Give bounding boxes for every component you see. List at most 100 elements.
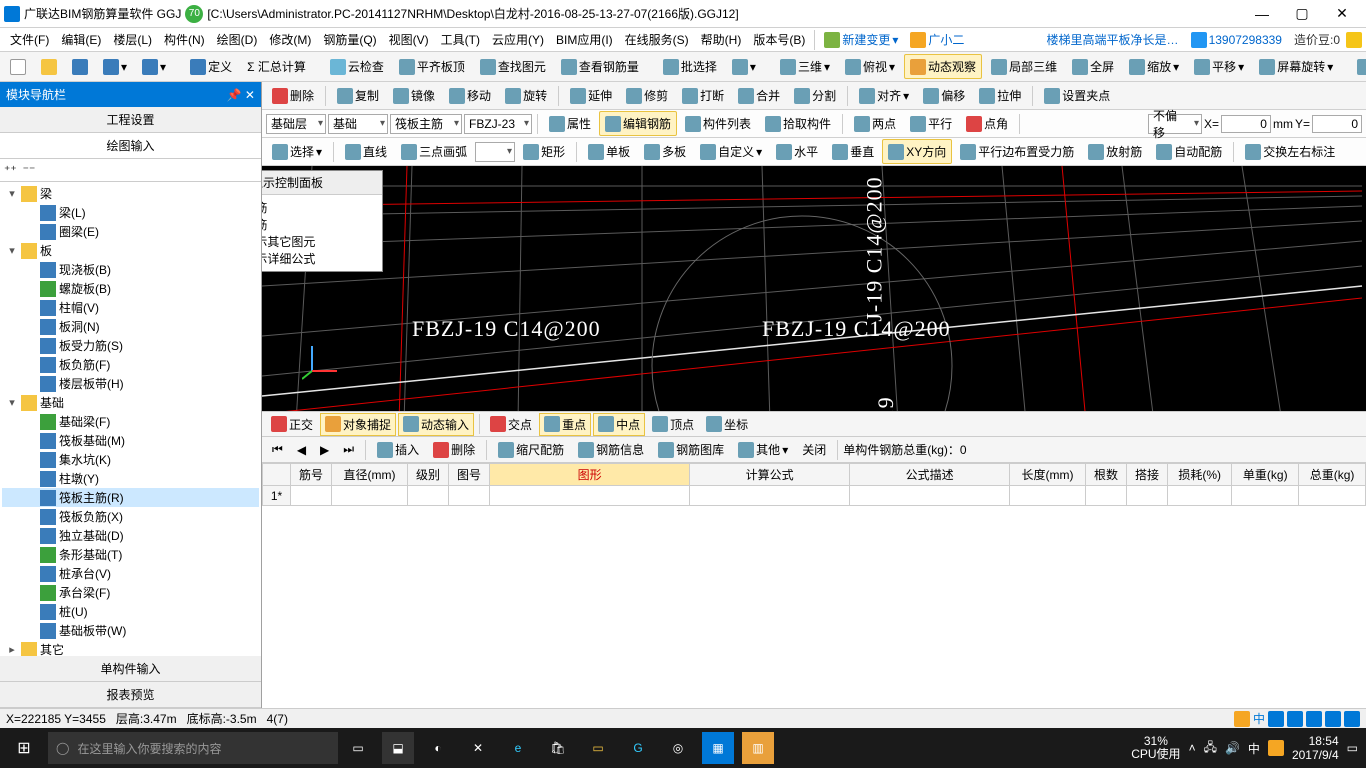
dynview-button[interactable]: 动态观察 [904,54,982,79]
cell[interactable] [1299,486,1366,506]
menu-component[interactable]: 构件(N) [158,29,211,50]
trim-button[interactable]: 修剪 [620,83,674,108]
redo-button[interactable]: ▾ [136,55,172,79]
empty-combo[interactable] [475,142,515,162]
cloudcheck-button[interactable]: 云检查 [324,54,390,79]
cell[interactable] [1168,486,1232,506]
tree-floorband[interactable]: 楼层板带(H) [59,375,124,392]
tree-slabrebar[interactable]: 板受力筋(S) [59,337,123,354]
col-grade[interactable]: 级别 [407,464,448,486]
app1-icon[interactable]: ⬓ [382,732,414,764]
tray-net-icon[interactable]: 🖧 [1204,738,1217,759]
tree-raftneg[interactable]: 筏板负筋(X) [59,508,123,525]
tree-beam-l[interactable]: 梁(L) [59,204,86,221]
tab-single-input[interactable]: 单构件输入 [0,656,261,682]
menu-view[interactable]: 视图(V) [383,29,435,50]
selfloor-button[interactable]: 选择楼层 [1351,54,1366,79]
tree-pilecap[interactable]: 桩承台(V) [59,565,111,582]
nav-last[interactable]: ⏭ [337,438,360,461]
menu-help[interactable]: 帮助(H) [695,29,748,50]
coin-label[interactable]: 造价豆:0 [1288,31,1346,48]
undo-button[interactable]: ▾ [97,55,133,79]
tree-ringbeam[interactable]: 圈梁(E) [59,223,99,240]
grid-other[interactable]: 其他▾ [732,437,794,462]
findmap-button[interactable]: 查找图元 [474,54,552,79]
min-button[interactable]: — [1242,2,1282,26]
search-box[interactable]: ◯ 在这里输入你要搜索的内容 [48,732,338,764]
parallelrebar-button[interactable]: 平行边布置受力筋 [954,139,1080,164]
col-lap[interactable]: 搭接 [1127,464,1168,486]
cell[interactable] [332,486,408,506]
taskview-icon[interactable]: ▭ [342,732,374,764]
cpu-meter[interactable]: 31%CPU使用 [1131,735,1180,761]
tree-sump[interactable]: 集水坑(K) [59,451,111,468]
col-dia[interactable]: 直径(mm) [332,464,408,486]
app3-icon[interactable]: ✕ [462,732,494,764]
lookdown-button[interactable]: 俯视▾ [839,54,901,79]
menu-edit[interactable]: 编辑(E) [55,29,107,50]
col-count[interactable]: 根数 [1085,464,1126,486]
menu-online[interactable]: 在线服务(S) [619,29,695,50]
app6-icon[interactable]: ▦ [702,732,734,764]
menu-tool[interactable]: 工具(T) [435,29,486,50]
open-button[interactable] [35,55,63,79]
app7-icon[interactable]: ▥ [742,732,774,764]
col-len[interactable]: 长度(mm) [1010,464,1086,486]
row-1-hdr[interactable]: 1* [263,486,291,506]
screenrot-button[interactable]: 屏幕旋转▾ [1253,54,1339,79]
message-link[interactable]: 楼梯里高端平板净长是… [1041,31,1185,48]
cell[interactable] [449,486,490,506]
complist-button[interactable]: 构件列表 [679,111,757,136]
grid-delete[interactable]: 删除 [427,437,481,462]
single-button[interactable]: 单板 [582,139,636,164]
tree-other[interactable]: 其它 [40,641,64,656]
attr-button[interactable]: 属性 [543,111,597,136]
base-button[interactable]: 坐标 [701,413,753,436]
mirror-button[interactable]: 镜像 [387,83,441,108]
apex-button[interactable]: 顶点 [647,413,699,436]
status-ico5[interactable] [1344,711,1360,727]
swaplabel-button[interactable]: 交换左右标注 [1239,139,1341,164]
nav-next[interactable]: ▶ [314,439,335,461]
editrebar-button[interactable]: 编辑钢筋 [599,111,677,136]
viewrebar-button[interactable]: 查看钢筋量 [555,54,645,79]
edge-icon[interactable]: e [502,732,534,764]
close-button[interactable]: ✕ [1322,2,1362,26]
category-combo[interactable]: 基础 [328,114,388,134]
tray-up-icon[interactable]: ˄ [1189,741,1196,755]
rect-button[interactable]: 矩形 [517,139,571,164]
flatroof-button[interactable]: 平齐板顶 [393,54,471,79]
floor-combo[interactable]: 基础层 [266,114,326,134]
cell[interactable] [1232,486,1299,506]
menu-floor[interactable]: 楼层(L) [107,29,158,50]
app2-icon[interactable]: ◐ [422,732,454,764]
expand-icon[interactable]: ⁺⁺ [4,163,17,177]
corner-button[interactable]: 点角 [960,111,1014,136]
cell[interactable] [407,486,448,506]
grid-insert[interactable]: 插入 [371,437,425,462]
offset-combo[interactable]: 不偏移 [1148,114,1202,134]
zoom-button[interactable]: 缩放▾ [1123,54,1185,79]
extend-button[interactable]: 延伸 [564,83,618,108]
offset-button[interactable]: 偏移 [917,83,971,108]
new-change-button[interactable]: 新建变更▾ [818,31,904,48]
ime-s-icon[interactable] [1234,711,1250,727]
tree-fband[interactable]: 基础板带(W) [59,622,126,639]
status-ico2[interactable] [1287,711,1303,727]
tray-notif-icon[interactable]: ▭ [1347,741,1358,755]
ortho-button[interactable]: 正交 [266,413,318,436]
level-button[interactable]: 水平 [770,139,824,164]
move-button[interactable]: 移动 [443,83,497,108]
tree-pier[interactable]: 柱墩(Y) [59,470,99,487]
app5-icon[interactable]: ◎ [662,732,694,764]
tray-vol-icon[interactable]: 🔊 [1225,741,1240,755]
tree-pile[interactable]: 桩(U) [59,603,88,620]
vert-button[interactable]: 垂直 [826,139,880,164]
extra1-button[interactable]: ▾ [726,55,762,79]
sumcalc-button[interactable]: Σ 汇总计算 [241,54,312,79]
multi-button[interactable]: 多板 [638,139,692,164]
grid-rebarlib[interactable]: 钢筋图库 [652,437,730,462]
customdef-button[interactable]: 自定义▾ [694,139,768,164]
tray-sogou-icon[interactable] [1268,740,1284,756]
split-button[interactable]: 分割 [788,83,842,108]
